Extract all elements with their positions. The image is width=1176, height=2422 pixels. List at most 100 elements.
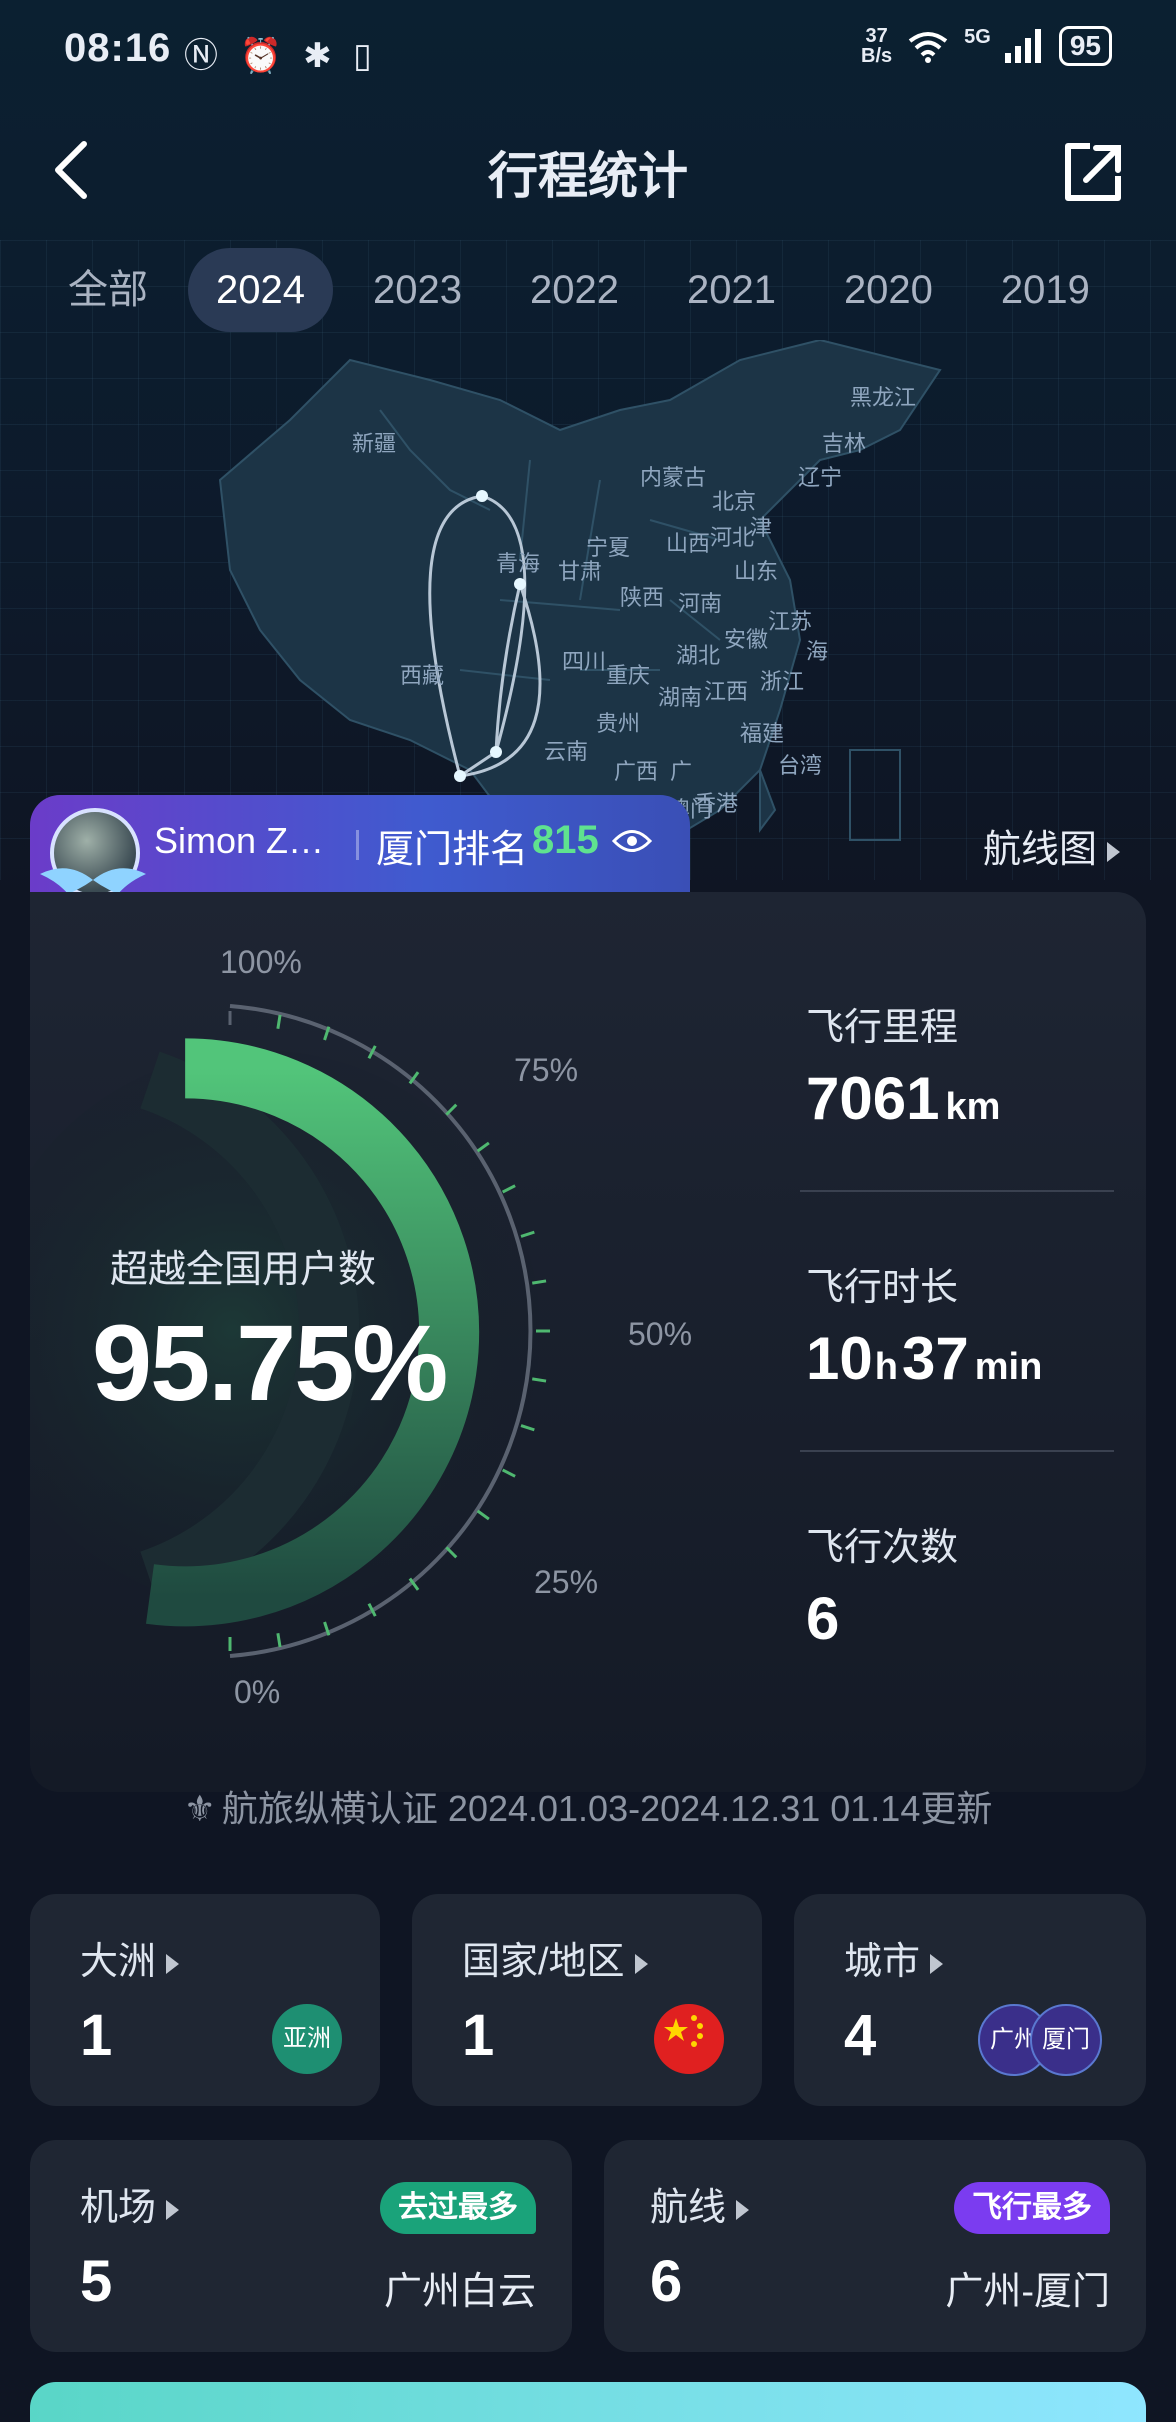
route-label: 航线 <box>650 2176 750 2231</box>
duration-hours-unit: h <box>874 1346 898 1388</box>
stats-divider <box>800 1450 1114 1452</box>
duration-minutes-unit: min <box>974 1346 1043 1388</box>
continent-card[interactable]: 大洲 1 亚洲 <box>30 1894 380 2106</box>
gauge-tick-mark <box>276 1014 282 1030</box>
map-label-taiwan: 台湾 <box>778 753 823 778</box>
signal-icon <box>1004 29 1041 63</box>
city-value: 4 <box>844 2003 877 2068</box>
chevron-right-icon <box>1107 841 1120 862</box>
gauge-tick-mark <box>445 1103 458 1116</box>
share-icon[interactable] <box>1060 140 1124 204</box>
gauge-tick-25: 25% <box>534 1564 599 1600</box>
tab-2020[interactable]: 2020 <box>816 248 961 332</box>
user-name: Simon Z… <box>154 820 325 861</box>
city-card[interactable]: 城市 4 广州 厦门 <box>794 1894 1146 2106</box>
gauge-tick-0: 0% <box>234 1674 281 1710</box>
wifi-icon <box>908 32 948 63</box>
map-label-hunan: 湖南 <box>658 685 703 710</box>
rank-label: 厦门排名 <box>376 829 529 871</box>
map-label-yunnan: 云南 <box>544 739 589 764</box>
gauge-tick-mark <box>276 1632 282 1648</box>
gauge-tick-mark <box>501 1184 516 1194</box>
chevron-right-icon <box>166 1953 180 1974</box>
tab-2021[interactable]: 2021 <box>659 248 804 332</box>
gauge-tick-mark <box>520 1230 535 1238</box>
route-top: 广州-厦门 <box>945 2271 1110 2313</box>
mileage-number: 7061 <box>806 1065 940 1132</box>
gauge-tick-mark <box>476 1509 490 1521</box>
route-map-label: 航线图 <box>982 829 1097 871</box>
year-tabs: 全部 2024 2023 2022 2021 2020 2019 <box>40 248 1176 332</box>
stats-divider <box>800 1190 1114 1192</box>
map-label-heilongjiang: 黑龙江 <box>850 385 917 410</box>
network-type: 5G <box>964 26 991 48</box>
mileage-value: 7061 km <box>806 1064 1000 1133</box>
duration-hours: 10 <box>806 1325 873 1392</box>
airport-label-text: 机场 <box>80 2187 157 2229</box>
status-icons: Ⓝ ⏰ ✱ ▯ <box>184 37 378 75</box>
country-value: 1 <box>462 2003 495 2068</box>
airport-label: 机场 <box>80 2176 180 2231</box>
divider <box>356 830 359 860</box>
city-badge: 厦门 <box>1030 2004 1102 2076</box>
route-card[interactable]: 航线 6 飞行最多 广州-厦门 <box>604 2140 1146 2352</box>
route-most-tag: 飞行最多 <box>954 2182 1110 2234</box>
chevron-right-icon <box>166 2199 180 2220</box>
map-label-guangxi: 广西 <box>614 759 659 784</box>
map-label-jilin: 吉林 <box>822 431 867 456</box>
verified-icon: ⚜ <box>183 1788 216 1829</box>
country-card[interactable]: 国家/地区 1 <box>412 1894 762 2106</box>
map-label-shanxi: 山西 <box>666 531 711 556</box>
chevron-right-icon <box>634 1953 648 1974</box>
tab-all[interactable]: 全部 <box>40 248 176 332</box>
map-label-shanghai: 海 <box>806 639 829 664</box>
airport-top: 广州白云 <box>383 2271 536 2313</box>
map-label-xinjiang: 新疆 <box>352 431 397 456</box>
map-label-shandong: 山东 <box>734 559 779 584</box>
duration-label: 飞行时长 <box>806 1267 959 1309</box>
battery-indicator: 95 <box>1058 26 1112 66</box>
map-label-neimenggu: 内蒙古 <box>640 465 707 490</box>
page-title: 行程统计 <box>488 148 688 204</box>
map-label-ningxia: 宁夏 <box>586 535 631 560</box>
tab-2024[interactable]: 2024 <box>188 248 333 332</box>
eye-icon[interactable] <box>612 826 652 856</box>
gauge-tick-mark <box>520 1424 535 1432</box>
map-label-fujian: 福建 <box>740 721 785 746</box>
map-label-chongqing: 重庆 <box>606 663 651 688</box>
duration-minutes: 37 <box>901 1325 969 1392</box>
route-map-link[interactable]: 航线图 <box>983 818 1120 873</box>
next-card-peek[interactable] <box>30 2382 1146 2422</box>
map-label-zhejiang: 浙江 <box>760 669 805 694</box>
gauge-tick-mark <box>445 1546 458 1559</box>
airport-most-tag: 去过最多 <box>380 2182 536 2234</box>
china-map-shape <box>218 338 942 841</box>
tab-2019[interactable]: 2019 <box>973 248 1118 332</box>
exceed-value: 95.75% <box>92 1302 448 1423</box>
continent-label-text: 大洲 <box>80 1941 157 1983</box>
route-value: 6 <box>650 2249 683 2314</box>
tab-2023[interactable]: 2023 <box>345 248 490 332</box>
map-label-guangdong: 广 <box>670 759 693 784</box>
count-label: 飞行次数 <box>806 1527 959 1569</box>
continent-value: 1 <box>80 2003 113 2068</box>
status-time: 08:16 <box>64 26 172 70</box>
tab-2022[interactable]: 2022 <box>502 248 647 332</box>
route-label-text: 航线 <box>650 2187 727 2229</box>
net-speed: 37 B/s <box>861 26 892 66</box>
map-label-anhui: 安徽 <box>724 627 769 652</box>
map-label-henan: 河南 <box>678 591 723 616</box>
chevron-right-icon <box>930 1953 944 1974</box>
gauge-tick-100: 100% <box>220 944 302 980</box>
continent-badge: 亚洲 <box>272 2004 342 2074</box>
china-flag-icon <box>654 2004 724 2074</box>
china-map[interactable]: 新疆 西藏 青海 甘肃 内蒙古 黑龙江 吉林 辽宁 北京 津 河北 山西 宁夏 … <box>200 338 960 870</box>
duration-value: 10h37 min <box>806 1324 1042 1393</box>
exceed-label: 超越全国用户数 <box>110 1249 377 1291</box>
map-label-jiangxi: 江西 <box>704 679 749 704</box>
net-speed-value: 37 <box>865 25 888 47</box>
airport-card[interactable]: 机场 5 去过最多 广州白云 <box>30 2140 572 2352</box>
city-label: 城市 <box>844 1930 944 1985</box>
net-speed-unit: B/s <box>861 45 893 67</box>
city-label-text: 城市 <box>844 1941 921 1983</box>
